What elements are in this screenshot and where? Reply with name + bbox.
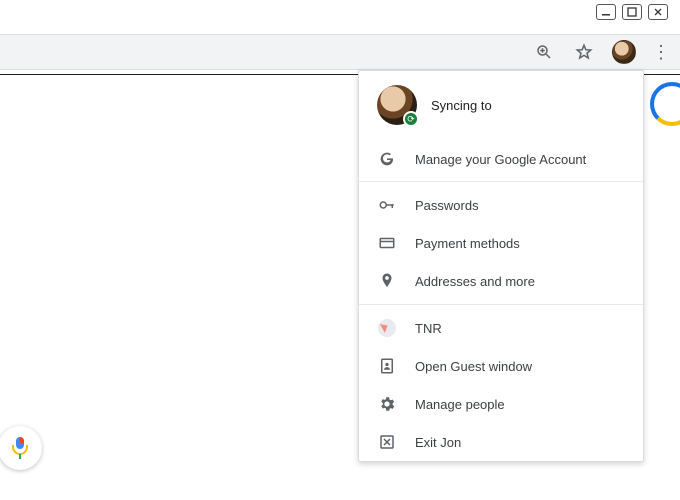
addresses-item[interactable]: Addresses and more [359,262,643,300]
other-profile-item[interactable]: TNR [359,309,643,347]
maximize-button[interactable] [622,4,642,20]
profile-tnr-icon [377,319,397,337]
profile-avatar-large: ⟳ [377,85,417,125]
open-guest-window-item[interactable]: Open Guest window [359,347,643,385]
menu-divider [359,304,643,305]
gear-icon [377,395,397,413]
guest-icon [377,357,397,375]
close-button[interactable] [648,4,668,20]
microphone-icon [12,437,28,459]
google-g-icon [377,151,397,167]
passwords-item[interactable]: Passwords [359,186,643,224]
menu-item-label: Passwords [415,198,479,213]
menu-item-label: Manage your Google Account [415,152,586,167]
window-controls [596,4,668,20]
exit-icon [377,433,397,451]
location-pin-icon [377,272,397,290]
sync-badge-icon: ⟳ [403,111,419,127]
profile-menu: ⟳ Syncing to Manage your Google Account … [358,70,644,462]
zoom-icon[interactable] [532,40,556,64]
credit-card-icon [377,234,397,252]
key-icon [377,196,397,214]
menu-item-label: Payment methods [415,236,520,251]
profile-menu-header: ⟳ Syncing to [359,71,643,141]
voice-search-button[interactable] [0,426,42,470]
menu-item-label: TNR [415,321,442,336]
minimize-button[interactable] [596,4,616,20]
exit-profile-item[interactable]: Exit Jon [359,423,643,461]
payment-methods-item[interactable]: Payment methods [359,224,643,262]
syncing-label: Syncing to [431,98,492,113]
bookmark-star-icon[interactable] [572,40,596,64]
manage-google-account-item[interactable]: Manage your Google Account [359,141,643,177]
profile-avatar-button[interactable] [612,40,636,64]
menu-item-label: Manage people [415,397,505,412]
menu-item-label: Exit Jon [415,435,461,450]
google-color-ring [650,82,680,126]
browser-toolbar: ⋮ [0,34,680,70]
menu-divider [359,181,643,182]
overflow-menu-icon[interactable]: ⋮ [652,42,670,63]
menu-item-label: Open Guest window [415,359,532,374]
menu-item-label: Addresses and more [415,274,535,289]
manage-people-item[interactable]: Manage people [359,385,643,423]
